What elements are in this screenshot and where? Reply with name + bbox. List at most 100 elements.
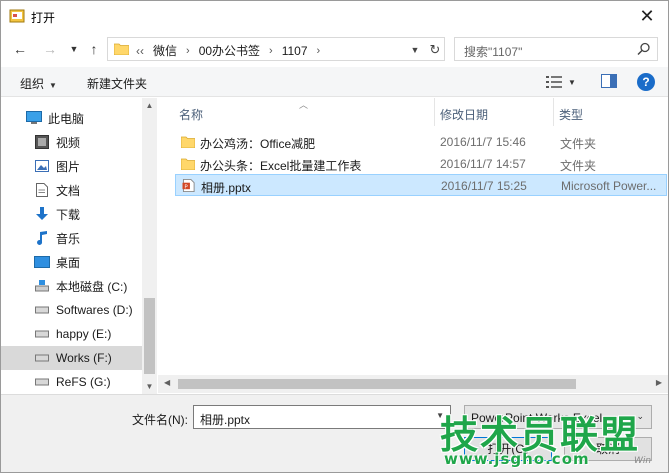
scroll-down-icon[interactable]: ▼ — [142, 382, 157, 391]
file-name: 办公头条：Excel批量建工作表 — [200, 159, 362, 173]
folder-icon — [114, 43, 129, 55]
drive-icon — [34, 278, 50, 294]
arrow-up-icon: ↑ — [90, 41, 98, 57]
search-icon[interactable] — [637, 42, 651, 56]
column-divider[interactable] — [553, 98, 554, 126]
address-row: ← → ▼ ↑ ‹‹ 微信 › 00办公书签 › 1107 › ▼ ↻ 搜索"1… — [1, 31, 668, 67]
chevron-down-icon[interactable]: ▼ — [436, 411, 444, 420]
filetype-select[interactable]: PowerPoint Works Excel ⌄ — [464, 405, 652, 429]
dialog-footer: 文件名(N): 相册.pptx ▼ PowerPoint Works Excel… — [1, 394, 668, 472]
arrow-left-icon: ← — [13, 41, 27, 57]
nav-item-drive-f[interactable]: Works (F:) — [1, 346, 142, 370]
file-row[interactable]: P 相册.pptx 2016/11/7 15:25 Microsoft Powe… — [175, 174, 667, 196]
nav-item-label: Works (F:) — [56, 351, 112, 365]
caret-down-icon: ▼ — [49, 81, 57, 90]
breadcrumb-item[interactable]: 00办公书签 — [199, 42, 260, 59]
organize-label: 组织 — [20, 77, 45, 91]
nav-item-videos[interactable]: 视频 — [1, 130, 142, 154]
nav-item-label: 本地磁盘 (C:) — [56, 279, 128, 294]
search-input[interactable]: 搜索"1107" — [454, 37, 658, 61]
scroll-up-icon[interactable]: ▲ — [142, 101, 157, 110]
search-placeholder: 搜索"1107" — [464, 45, 523, 59]
recent-locations-button[interactable]: ▼ — [65, 40, 83, 58]
breadcrumb-item[interactable]: 微信 — [153, 42, 177, 59]
folder-icon — [181, 136, 195, 148]
nav-scrollbar-thumb[interactable] — [144, 298, 155, 374]
app-icon — [9, 9, 25, 23]
desktop-icon — [34, 254, 50, 270]
video-icon — [34, 134, 50, 150]
file-name: 办公鸡汤：Office减肥 — [200, 137, 316, 151]
breadcrumb: ‹‹ 微信 › 00办公书签 › 1107 › — [136, 42, 329, 59]
file-list-scrollbar[interactable]: ◀ ▶ — [158, 375, 668, 393]
filename-value: 相册.pptx — [200, 413, 251, 427]
preview-pane-button[interactable] — [601, 74, 617, 88]
cancel-button[interactable]: 取消 — [564, 437, 652, 461]
up-button[interactable]: ↑ — [85, 40, 103, 58]
forward-button[interactable]: → — [41, 40, 59, 58]
nav-item-downloads[interactable]: 下载 — [1, 202, 142, 226]
nav-item-label: 视频 — [56, 135, 81, 150]
nav-item-music[interactable]: 音乐 — [1, 226, 142, 250]
close-button[interactable]: ✕ — [632, 5, 662, 27]
filename-input[interactable]: 相册.pptx ▼ — [193, 405, 451, 429]
folder-icon — [181, 158, 195, 170]
nav-item-drive-e[interactable]: happy (E:) — [1, 322, 142, 346]
nav-scrollbar[interactable]: ▲ ▼ — [142, 98, 157, 394]
chevron-down-icon: ⌄ — [636, 411, 644, 421]
nav-item-documents[interactable]: 文档 — [1, 178, 142, 202]
column-header-date[interactable]: 修改日期 — [440, 98, 488, 126]
column-divider[interactable] — [434, 98, 435, 126]
help-button[interactable]: ? — [637, 73, 655, 91]
nav-item-this-pc[interactable]: 此电脑 — [1, 106, 142, 130]
chevron-right-icon[interactable]: › — [186, 45, 190, 57]
nav-item-label: ReFS (G:) — [56, 375, 111, 389]
nav-item-pictures[interactable]: 图片 — [1, 154, 142, 178]
drive-icon — [34, 350, 50, 366]
file-date: 2016/11/7 14:57 — [440, 157, 526, 171]
nav-item-drive-g[interactable]: ReFS (G:) — [1, 370, 142, 394]
drive-icon — [34, 374, 50, 390]
drive-icon — [34, 326, 50, 342]
chevron-down-icon: ▼ — [69, 44, 79, 54]
nav-item-label: 此电脑 — [48, 111, 85, 126]
filename-label: 文件名(N): — [132, 413, 188, 427]
download-icon — [34, 206, 50, 222]
nav-item-label: 下载 — [56, 207, 81, 222]
chevron-right-icon[interactable]: › — [269, 45, 273, 57]
column-header-type[interactable]: 类型 — [559, 98, 583, 126]
close-icon: ✕ — [639, 5, 655, 26]
file-row[interactable]: 办公鸡汤：Office减肥 2016/11/7 15:46 文件夹 — [175, 131, 667, 153]
scroll-left-icon[interactable]: ◀ — [164, 378, 170, 387]
nav-item-drive-d[interactable]: Softwares (D:) — [1, 298, 142, 322]
file-row[interactable]: 办公头条：Excel批量建工作表 2016/11/7 14:57 文件夹 — [175, 153, 667, 175]
file-list: ︿ 名称 修改日期 类型 办公鸡汤：Office减肥 2016/11/7 15:… — [158, 98, 668, 394]
column-header-name[interactable]: 名称 — [179, 98, 203, 126]
file-list-scrollbar-thumb[interactable] — [178, 379, 576, 389]
address-bar[interactable]: ‹‹ 微信 › 00办公书签 › 1107 › ▼ ↻ — [107, 37, 445, 61]
nav-item-label: Softwares (D:) — [56, 303, 133, 317]
file-date: 2016/11/7 15:46 — [440, 135, 526, 149]
command-bar: 组织 ▼ 新建文件夹 ▼ ? — [1, 67, 668, 97]
file-name: 相册.pptx — [201, 181, 252, 195]
title-bar: 打开 ✕ — [1, 1, 668, 31]
window-title: 打开 — [31, 11, 56, 25]
pptx-file-icon: P — [182, 179, 195, 192]
open-button[interactable]: 打开(O) — [464, 437, 552, 461]
back-button[interactable]: ← — [11, 40, 29, 58]
refresh-button[interactable]: ↻ — [426, 41, 444, 59]
breadcrumb-overflow[interactable]: ‹‹ — [136, 44, 144, 58]
nav-item-drive-c[interactable]: 本地磁盘 (C:) — [1, 274, 142, 298]
navigation-pane: 此电脑 视频 图片 文档 下载 音乐 桌面 本地磁盘 (C:) Software… — [1, 98, 157, 394]
file-type: Microsoft Power... — [561, 179, 657, 193]
music-icon — [34, 230, 50, 246]
nav-item-desktop[interactable]: 桌面 — [1, 250, 142, 274]
new-folder-button[interactable]: 新建文件夹 — [87, 75, 147, 92]
nav-item-label: happy (E:) — [56, 327, 112, 341]
organize-button[interactable]: 组织 ▼ — [20, 75, 57, 92]
scroll-right-icon[interactable]: ▶ — [656, 378, 662, 387]
chevron-right-icon[interactable]: › — [317, 45, 321, 57]
address-dropdown-button[interactable]: ▼ — [408, 43, 422, 57]
breadcrumb-item[interactable]: 1107 — [282, 44, 308, 58]
change-view-button[interactable]: ▼ — [546, 73, 582, 91]
